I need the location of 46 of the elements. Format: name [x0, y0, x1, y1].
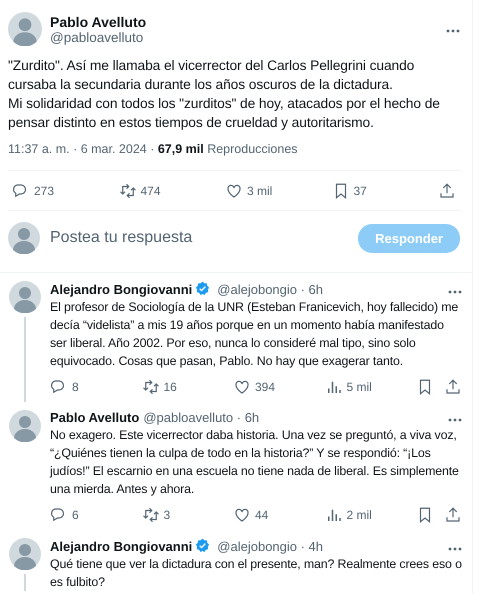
share-icon: [444, 378, 462, 396]
post-text: "Zurdito". Así me llamaba el vicerrector del Carlos Pellegrini cuando cursaba la secundaria durante los años oscuros de la dictadura. Mi solidaridad con todos los "zurditos" de hoy, atacados por el hecho de pensar distinto en estos tiempos de crueldad y autoritarismo.: [8, 57, 441, 132]
more-icon[interactable]: [448, 290, 462, 294]
avatar[interactable]: [8, 12, 42, 46]
more-icon[interactable]: [448, 418, 462, 422]
reply-text: El profesor de Sociología de la UNR (Esteban Franicevich, hoy fallecido) me decía “videlista” a mis 19 años porque en un momento había manifestado ser liberal. Año 2002. Por eso, nunca lo consideré mal tipo, sino solo equivocado. Cosas que pasan, Pablo. No hay que exagerar tanto.: [50, 299, 460, 370]
more-icon[interactable]: [448, 546, 462, 550]
share-button[interactable]: [444, 378, 462, 396]
like-button[interactable]: 3 mil: [225, 182, 272, 200]
more-icon[interactable]: [446, 29, 460, 33]
share-icon: [438, 182, 456, 200]
author-handle[interactable]: @pabloavelluto: [50, 30, 438, 44]
reply-text: No exagero. Este vicerrector daba historia. Una vez se preguntó, a viva voz, “¿Quiénes tienen la culpa de todo en la historia?” Y se respondió: “¡Los judíos!” El escarnio en una escuela no tiene nada de liberal. Es simplemente una mierda. Antes y ahora.: [50, 427, 460, 498]
heart-icon: [233, 378, 251, 396]
avatar[interactable]: [8, 222, 40, 254]
views-button[interactable]: 5 mil: [324, 378, 372, 396]
post-info: 11:37 a. m. · 6 mar. 2024 · 67,9 mil Reproducciones: [8, 142, 460, 171]
avatar[interactable]: [9, 410, 41, 442]
handle-and-time: @alejobongio · 6h: [217, 282, 324, 296]
views-button[interactable]: 2 mil: [324, 506, 372, 524]
repost-button[interactable]: 474: [118, 182, 161, 200]
heart-icon: [233, 506, 251, 524]
repost-icon: [142, 378, 160, 396]
avatar[interactable]: [9, 281, 41, 313]
bookmark-button[interactable]: 37: [332, 182, 367, 200]
repost-icon: [142, 506, 160, 524]
share-button[interactable]: [438, 182, 456, 200]
like-button[interactable]: 394: [233, 378, 276, 396]
like-button[interactable]: 44: [233, 506, 268, 524]
reply-button[interactable]: 8: [50, 378, 79, 396]
repost-icon: [118, 182, 136, 200]
handle-and-time: @alejobongio · 4h: [217, 538, 324, 554]
author-name[interactable]: Alejandro Bongiovanni: [50, 282, 192, 296]
handle-and-time: @pabloavelluto · 6h: [143, 410, 260, 425]
reply-button[interactable]: 273: [12, 182, 54, 200]
avatar[interactable]: [9, 538, 41, 570]
author-name[interactable]: Pablo Avelluto: [50, 14, 438, 30]
repost-button[interactable]: 3: [142, 506, 170, 524]
author-name[interactable]: Alejandro Bongiovanni: [50, 538, 192, 554]
author-name[interactable]: Pablo Avelluto: [50, 410, 140, 425]
reply-text: Qué tiene que ver la dictadura con el presente, man? Realmente crees eso o es fulbito?: [50, 556, 462, 591]
share-button[interactable]: [444, 506, 462, 524]
share-icon: [444, 506, 462, 524]
repost-button[interactable]: 16: [142, 378, 177, 396]
reply-button[interactable]: 6: [50, 506, 79, 524]
heart-icon: [225, 182, 243, 200]
